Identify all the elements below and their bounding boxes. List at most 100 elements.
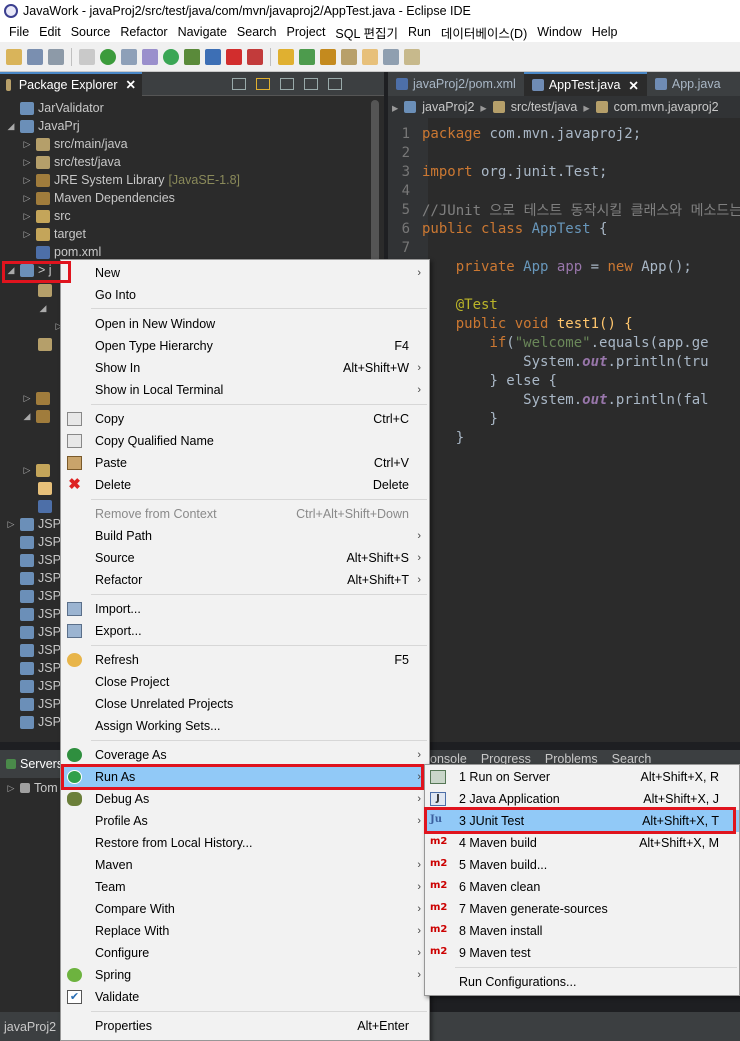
menu-item-copy[interactable]: Copy Ctrl+C [61, 408, 429, 430]
tree-item-hidden[interactable] [38, 497, 56, 515]
code-line[interactable]: 2 [388, 143, 422, 162]
menu-item-refresh[interactable]: Refresh F5 [61, 649, 429, 671]
tree-item-hidden[interactable] [38, 281, 56, 299]
tree-item-javaprj[interactable]: ◢ JavaPrj [6, 117, 80, 135]
tree-item-jsp-9[interactable]: JSP [20, 659, 61, 677]
menu-item-new[interactable]: New › [61, 262, 429, 284]
tab-app-java[interactable]: App.java [647, 72, 729, 96]
code-line[interactable]: 5 //JUnit 으로 테스트 동작시킬 클래스와 메소드는 모 [388, 200, 740, 219]
menu-item-run-on-server[interactable]: 1 Run on Server Alt+Shift+X, R [425, 766, 739, 788]
link-with-editor-icon[interactable] [256, 77, 270, 90]
tree-item-src[interactable]: ▷ src [22, 207, 71, 225]
external-tools-icon[interactable] [205, 48, 221, 65]
menu-item-go-into[interactable]: Go Into [61, 284, 429, 306]
menu-database[interactable]: 데이터베이스(D) [436, 23, 532, 42]
menu-item-maven-build-dialog[interactable]: m2 5 Maven build... [425, 854, 739, 876]
tree-item-jsp-10[interactable]: JSP [20, 677, 61, 695]
search-icon[interactable] [341, 48, 357, 65]
tree-item-jarvalidator[interactable]: JarValidator [6, 99, 104, 117]
spring-boot-icon[interactable] [100, 48, 116, 65]
close-icon[interactable]: ✕ [126, 77, 136, 92]
menu-item-maven-install[interactable]: m2 8 Maven install [425, 920, 739, 942]
menu-item-open-in-new-window[interactable]: Open in New Window [61, 313, 429, 335]
tree-item-target[interactable]: ▷ target [22, 225, 86, 243]
code-line[interactable]: 8 private App app = new App(); [388, 257, 692, 276]
menu-item-close-unrelated-projects[interactable]: Close Unrelated Projects [61, 693, 429, 715]
menu-item-coverage-as[interactable]: Coverage As › [61, 744, 429, 766]
menu-item-maven-generate-sources[interactable]: m2 7 Maven generate-sources [425, 898, 739, 920]
code-line[interactable]: 3 import org.junit.Test; [388, 162, 608, 181]
tree-item-src-main-java[interactable]: ▷ src/main/java [22, 135, 128, 153]
menu-item-junit-test[interactable]: Ju 3 JUnit Test Alt+Shift+X, T [425, 810, 739, 832]
tree-item-src-test-java[interactable]: ▷ src/test/java [22, 153, 121, 171]
tab-pom-xml[interactable]: javaProj2/pom.xml [388, 72, 524, 96]
menu-item-build-path[interactable]: Build Path › [61, 525, 429, 547]
tree-item-selected-project[interactable]: ◢ > j [6, 261, 52, 279]
menu-file[interactable]: File [4, 25, 34, 39]
code-line[interactable]: 1 package com.mvn.javaproj2; [388, 124, 642, 143]
tree-item-hidden[interactable]: ◢ [38, 299, 52, 317]
skip-breakpoints-icon[interactable] [79, 48, 95, 65]
menu-item-delete[interactable]: ✖ Delete Delete [61, 474, 429, 496]
code-line[interactable]: 15 System.out.println(fal [388, 390, 708, 409]
stop-icon[interactable] [226, 48, 242, 65]
breadcrumb-item[interactable]: src/test/java [511, 100, 578, 114]
tree-item-hidden[interactable]: ▷ [22, 389, 54, 407]
pin-icon[interactable] [121, 48, 137, 65]
collapse-all-icon[interactable] [232, 77, 246, 90]
tree-item-jsp-3[interactable]: JSP [20, 551, 61, 569]
breadcrumb-item[interactable]: javaProj2 [422, 100, 474, 114]
menu-item-properties[interactable]: Properties Alt+Enter [61, 1015, 429, 1037]
tree-item-maven-dependencies[interactable]: ▷ Maven Dependencies [22, 189, 175, 207]
tree-item-jsp-1[interactable]: ▷ JSP [6, 515, 61, 533]
breadcrumb-item[interactable]: com.mvn.javaproj2 [614, 100, 719, 114]
tree-item-jsp-6[interactable]: JSP [20, 605, 61, 623]
menu-item-compare-with[interactable]: Compare With › [61, 898, 429, 920]
scrollbar-thumb[interactable] [371, 100, 379, 270]
tab-apptest-java[interactable]: AppTest.java ✕ [523, 72, 647, 96]
tree-item-jsp-5[interactable]: JSP [20, 587, 61, 605]
menu-item-refactor[interactable]: Refactor Alt+Shift+T › [61, 569, 429, 591]
menu-sql-editor[interactable]: SQL 편집기 [330, 23, 403, 42]
close-icon[interactable]: ✕ [628, 78, 638, 93]
new-java-project-icon[interactable] [278, 48, 294, 65]
tree-item-hidden[interactable]: ◢ [22, 407, 54, 425]
tree-item-jsp-11[interactable]: JSP [20, 695, 61, 713]
code-line[interactable]: 4 [388, 181, 422, 200]
save-icon[interactable] [27, 48, 43, 65]
menu-item-validate[interactable]: ✔ Validate [61, 986, 429, 1008]
menu-item-replace-with[interactable]: Replace With › [61, 920, 429, 942]
menu-item-maven-clean[interactable]: m2 6 Maven clean [425, 876, 739, 898]
tree-item-hidden[interactable] [38, 479, 56, 497]
tree-item-jsp-12[interactable]: JSP [20, 713, 61, 731]
menu-item-export[interactable]: Export... [61, 620, 429, 642]
menu-item-import[interactable]: Import... [61, 598, 429, 620]
menu-item-run-as[interactable]: Run As › [61, 766, 429, 788]
menu-item-spring[interactable]: Spring › [61, 964, 429, 986]
menu-item-show-in[interactable]: Show In Alt+Shift+W › [61, 357, 429, 379]
menu-item-close-project[interactable]: Close Project [61, 671, 429, 693]
open-type-icon[interactable] [320, 48, 336, 65]
code-line[interactable]: 13 System.out.println(tru [388, 352, 708, 371]
menu-item-paste[interactable]: Paste Ctrl+V [61, 452, 429, 474]
server-icon[interactable] [247, 48, 263, 65]
tree-item-jsp-8[interactable]: JSP [20, 641, 61, 659]
minimize-icon[interactable] [328, 77, 342, 90]
menu-item-maven-test[interactable]: m2 9 Maven test [425, 942, 739, 964]
menu-source[interactable]: Source [66, 25, 116, 39]
tree-item-hidden[interactable]: ▷ [22, 461, 54, 479]
menu-item-restore-from-local-history[interactable]: Restore from Local History... [61, 832, 429, 854]
menu-edit[interactable]: Edit [34, 25, 66, 39]
menu-item-source[interactable]: Source Alt+Shift+S › [61, 547, 429, 569]
new-icon[interactable] [6, 48, 22, 65]
menu-item-debug-as[interactable]: Debug As › [61, 788, 429, 810]
menu-item-assign-working-sets[interactable]: Assign Working Sets... [61, 715, 429, 737]
tree-item-jsp-2[interactable]: JSP [20, 533, 61, 551]
menu-item-profile-as[interactable]: Profile As › [61, 810, 429, 832]
tree-item-jsp-4[interactable]: JSP [20, 569, 61, 587]
menu-project[interactable]: Project [282, 25, 331, 39]
coverage-icon[interactable] [184, 48, 200, 65]
code-line[interactable]: 6 public class AppTest { [388, 219, 608, 238]
menu-item-maven-build[interactable]: m2 4 Maven build Alt+Shift+X, M [425, 832, 739, 854]
menu-search[interactable]: Search [232, 25, 282, 39]
